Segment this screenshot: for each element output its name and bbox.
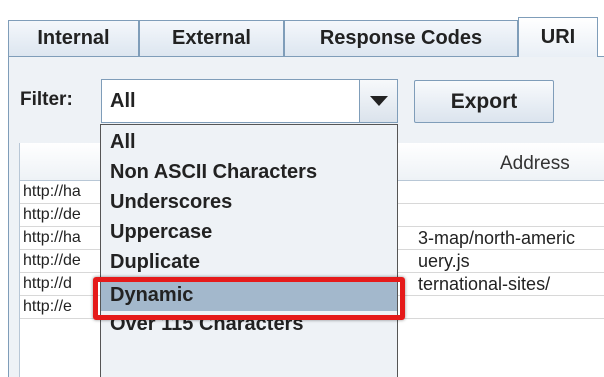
option-underscores[interactable]: Underscores bbox=[101, 187, 397, 218]
tab-external[interactable]: External bbox=[139, 20, 284, 56]
option-uppercase[interactable]: Uppercase bbox=[101, 217, 397, 248]
tab-response-codes[interactable]: Response Codes bbox=[284, 20, 518, 56]
option-all[interactable]: All bbox=[101, 127, 397, 158]
tab-uri[interactable]: URI bbox=[518, 17, 598, 57]
address-cell: 3-map/north-americ bbox=[418, 228, 576, 248]
column-header-address[interactable]: Address bbox=[500, 153, 570, 175]
filter-label: Filter: bbox=[20, 89, 73, 110]
combo-dropdown-button[interactable] bbox=[359, 80, 397, 122]
url-cell: http://e bbox=[23, 298, 72, 315]
url-cell: http://ha bbox=[23, 229, 81, 246]
filter-dropdown-list: All Non ASCII Characters Underscores Upp… bbox=[100, 124, 398, 377]
option-duplicate[interactable]: Duplicate bbox=[101, 247, 397, 278]
url-cell: http://d bbox=[23, 275, 72, 292]
tab-internal[interactable]: Internal bbox=[8, 20, 139, 56]
export-button[interactable]: Export bbox=[414, 80, 554, 123]
filter-combobox[interactable]: All bbox=[101, 79, 398, 123]
option-non-ascii-characters[interactable]: Non ASCII Characters bbox=[101, 157, 397, 188]
url-cell: http://ha bbox=[23, 183, 81, 200]
chevron-down-icon bbox=[369, 96, 388, 106]
app-window: Internal External Response Codes URI Fil… bbox=[0, 0, 604, 377]
address-cell: uery.js bbox=[418, 251, 470, 271]
url-cell: http://de bbox=[23, 252, 81, 269]
red-highlight-box bbox=[93, 277, 405, 320]
filter-selected-value: All bbox=[110, 90, 136, 112]
address-cell: ternational-sites/ bbox=[418, 274, 551, 294]
url-cell: http://de bbox=[23, 206, 81, 223]
